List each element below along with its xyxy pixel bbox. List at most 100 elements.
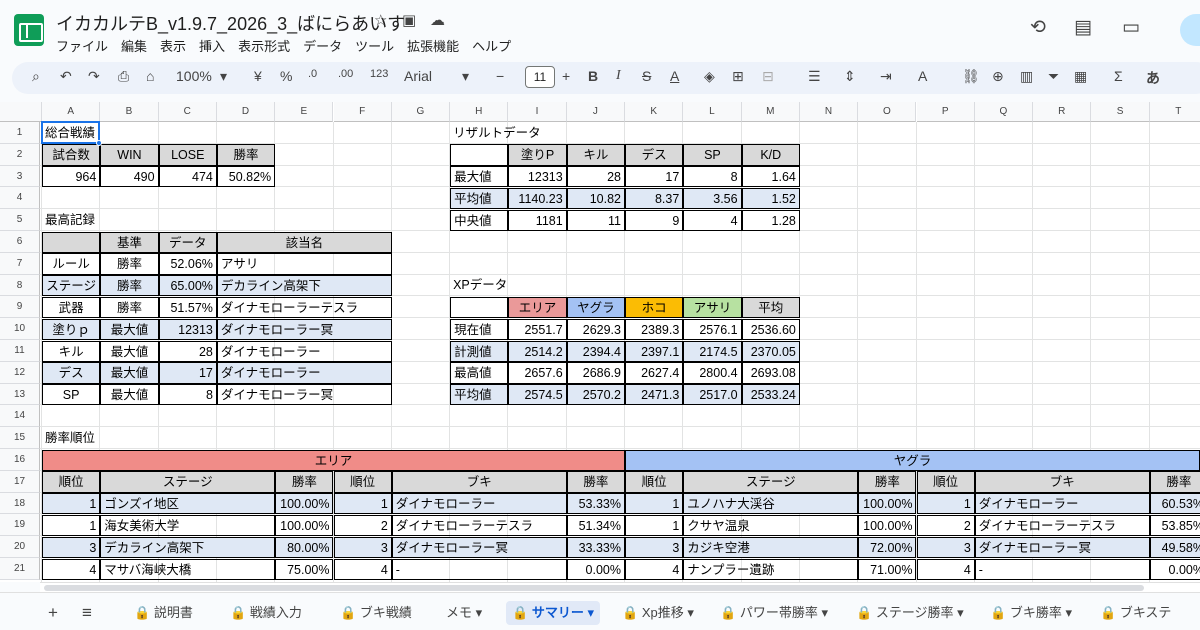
result-cell[interactable]: 1181 [508,209,567,231]
column-header[interactable]: G [391,102,451,122]
sheet-tab-weapon-stage[interactable]: 🔒 ブキステ [1100,601,1171,625]
xp-header[interactable]: エリア [508,296,567,319]
ranking-cell[interactable]: ユノハナ大渓谷 [683,493,859,515]
xp-cell[interactable]: 現在値 [450,318,509,340]
ranking-cell[interactable]: 4 [42,558,101,580]
best-name[interactable]: ダイナモローラー [216,362,392,384]
best-name[interactable]: ダイナモローラーテスラ [216,296,392,319]
result-header[interactable] [450,144,509,166]
column-header[interactable]: C [158,102,217,122]
row-header[interactable]: 3 [0,165,40,188]
ranking-header[interactable]: ブキ [391,471,567,493]
area-section-header[interactable]: エリア [42,449,625,471]
best-label[interactable]: デス [42,362,101,384]
ranking-cell[interactable]: 75.00% [275,558,334,580]
filter-icon[interactable]: ⏷ [1048,68,1059,85]
column-header[interactable]: J [566,102,625,122]
xp-cell[interactable]: 最高値 [450,362,509,384]
menu-tools[interactable]: ツール [355,36,394,55]
overall-value[interactable]: 964 [42,166,101,188]
xp-header[interactable]: ヤグラ [566,296,625,319]
sheet-tab-weapon-winrate[interactable]: 🔒 ブキ勝率 ▾ [990,601,1072,625]
row-header[interactable]: 9 [0,296,40,319]
overall-header[interactable]: 試合数 [42,144,101,166]
paint-format-icon[interactable]: ⌂ [146,68,154,84]
sheet-tab-power-winrate[interactable]: 🔒 パワー帯勝率 ▾ [720,601,828,625]
ranking-cell[interactable]: 71.00% [858,558,917,580]
sheet-tab-memo[interactable]: メモ ▾ [446,601,482,625]
column-header[interactable]: A [42,102,101,122]
ranking-cell[interactable]: 1 [42,493,101,515]
xp-cell[interactable]: 2517.0 [683,384,742,406]
menu-insert[interactable]: 挿入 [199,36,225,55]
horizontal-scrollbar[interactable] [40,582,1200,592]
best-label[interactable]: 武器 [42,296,101,319]
decrease-decimal-button[interactable]: .0 [308,68,317,80]
row-header[interactable]: 12 [0,361,40,384]
result-header[interactable]: デス [625,144,684,166]
column-header[interactable]: O [858,102,917,122]
overall-header[interactable]: 勝率 [216,144,276,166]
best-label[interactable]: 塗りｐ [42,318,101,340]
ranking-cell[interactable]: 53.33% [566,493,625,515]
sheets-logo-icon[interactable] [14,14,44,46]
best-header[interactable]: 基準 [100,231,159,253]
xp-cell[interactable]: 2536.60 [741,318,800,340]
ranking-cell[interactable]: 1 [625,514,684,537]
column-header[interactable]: L [683,102,742,122]
borders-icon[interactable]: ⊞ [732,68,744,85]
row-header[interactable]: 19 [0,514,40,537]
overall-value[interactable]: 50.82% [216,166,276,188]
best-data[interactable]: 12313 [158,318,217,340]
column-header[interactable]: K [625,102,684,122]
xp-cell[interactable]: 2370.05 [741,340,800,362]
best-name[interactable]: デカライン高架下 [216,275,392,297]
ranking-cell[interactable]: 33.33% [566,536,625,558]
best-label[interactable]: ルール [42,253,101,275]
best-basis[interactable]: 最大値 [100,340,159,362]
xp-cell[interactable]: 計測値 [450,340,509,362]
xp-cell[interactable]: 平均値 [450,384,509,406]
ranking-cell[interactable]: ゴンズイ地区 [100,493,276,515]
move-folder-icon[interactable]: ▣ [402,11,416,29]
menu-file[interactable]: ファイル [56,36,108,55]
fill-color-icon[interactable]: ◈ [704,68,715,85]
ranking-header[interactable]: 順位 [333,471,392,493]
column-header[interactable]: D [216,102,276,122]
input-tools-button[interactable]: あ [1146,68,1160,88]
best-header[interactable] [42,231,101,253]
corner-cell[interactable] [0,102,42,122]
ranking-cell[interactable]: 1 [333,493,392,515]
result-header[interactable]: キル [566,144,625,166]
best-name[interactable]: ダイナモローラー冥 [216,384,392,406]
ranking-header[interactable]: 勝率 [275,471,334,493]
ranking-cell[interactable]: ダイナモローラーテスラ [391,514,567,537]
ranking-cell[interactable]: 1 [916,493,975,515]
ranking-cell[interactable]: 0.00% [1149,558,1200,580]
sheet-tab-record-input[interactable]: 🔒 戦績入力 [230,601,302,625]
ranking-cell[interactable]: ナンプラー遺跡 [683,558,859,580]
ranking-cell[interactable]: ダイナモローラー [974,493,1150,515]
column-header[interactable]: R [1033,102,1092,122]
ranking-cell[interactable]: 2 [916,514,975,537]
ranking-cell[interactable]: カジキ空港 [683,536,859,558]
sheet-tab-stage-winrate[interactable]: 🔒 ステージ勝率 ▾ [856,601,964,625]
menu-format[interactable]: 表示形式 [238,36,290,55]
xp-cell[interactable]: 2533.24 [741,384,800,406]
menu-data[interactable]: データ [303,36,342,55]
best-header[interactable]: データ [158,231,217,253]
ranking-header[interactable]: 順位 [916,471,975,493]
best-basis[interactable]: 最大値 [100,384,159,406]
print-icon[interactable]: ⎙ [118,68,129,85]
ranking-cell[interactable]: 1 [625,493,684,515]
merge-cells-icon[interactable]: ⊟ [762,68,774,85]
font-select[interactable]: Arial [404,68,432,84]
horizontal-align-icon[interactable]: ☰ [808,68,821,85]
row-header[interactable]: 10 [0,318,40,340]
xp-cell[interactable]: 2174.5 [683,340,742,362]
best-data[interactable]: 8 [158,384,217,406]
xp-header[interactable]: ホコ [625,296,684,319]
ranking-cell[interactable]: 0.00% [566,558,625,580]
best-basis[interactable]: 最大値 [100,318,159,340]
ranking-cell[interactable]: 100.00% [858,514,917,537]
